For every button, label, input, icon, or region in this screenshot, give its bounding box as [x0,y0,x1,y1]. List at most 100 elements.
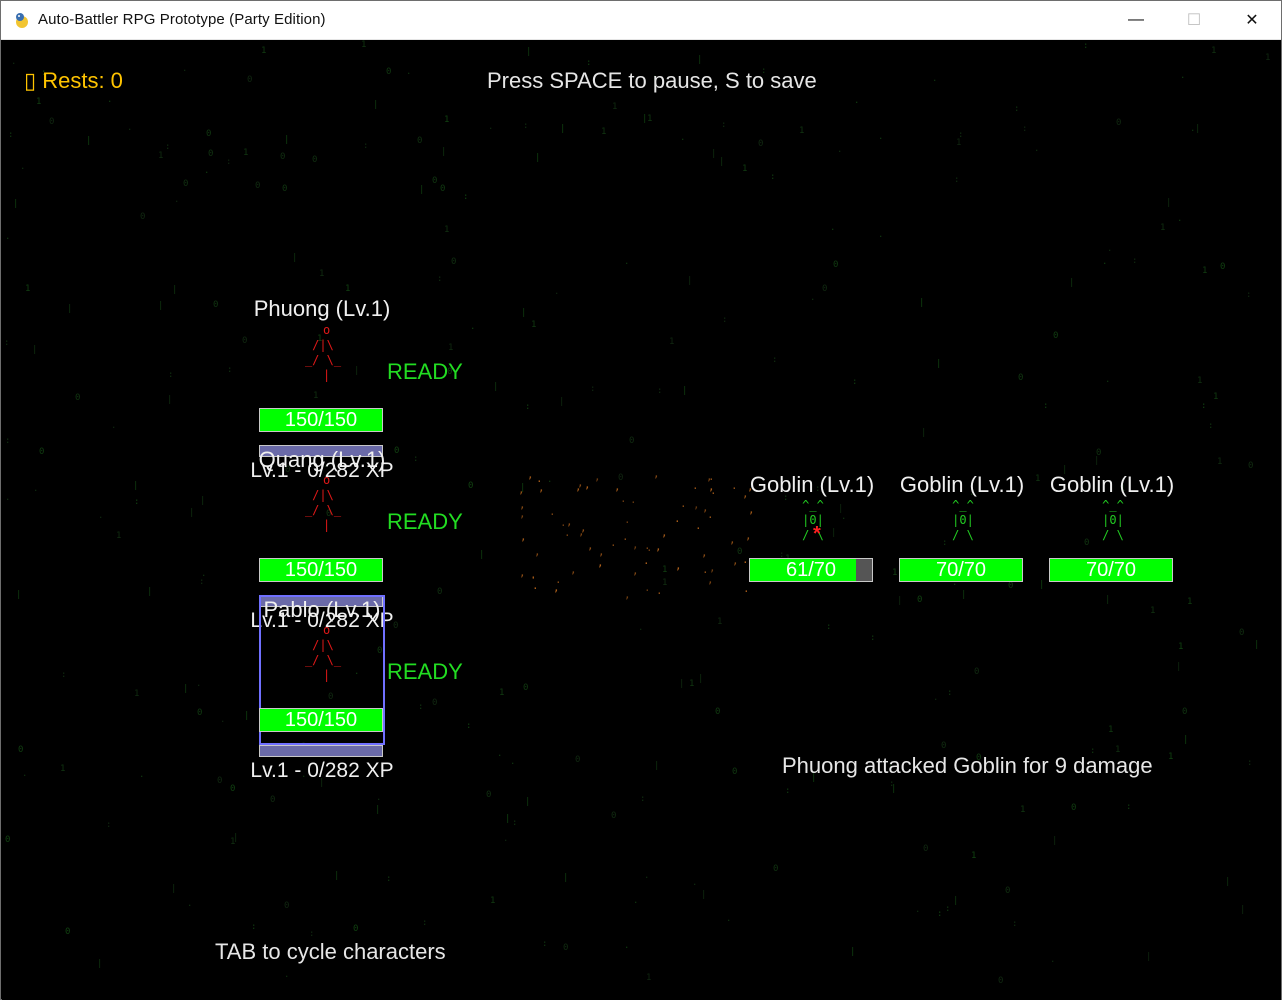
background-glyph: | [292,253,298,263]
background-glyph: | [354,366,360,376]
background-glyph: | [1254,640,1260,650]
particle: , [570,563,577,576]
background-glyph: : [4,338,10,348]
enemy-sprite: ^_^ |0| / \ [1102,498,1124,542]
background-glyph: 0 [284,901,290,911]
background-glyph: | [505,814,511,824]
background-glyph: 1 [1265,53,1271,63]
enemy-name: Goblin (Lv.1) [749,472,875,497]
close-button[interactable]: ✕ [1223,1,1281,39]
background-glyph: 1 [647,114,653,124]
background-glyph: 0 [563,943,569,953]
background-glyph: | [525,797,531,807]
enemy-name: Goblin (Lv.1) [899,472,1025,497]
background-glyph: | [183,684,189,694]
background-glyph: : [134,497,140,507]
background-glyph: 1 [689,679,695,689]
hp-text: 150/150 [284,409,358,431]
background-glyph: 0 [432,698,438,708]
background-glyph: 1 [36,97,42,107]
background-glyph: . [810,293,816,303]
background-glyph: : [852,377,858,387]
game-canvas[interactable]: | | |.. 0 0 | 0 | 1 1. 0 0: | 1 1: | 1 1 | | 0 0. 0 | | 0.. | |. 0 0 |… [2,40,1281,1000]
background-glyph: | [936,359,942,369]
background-glyph: 1 [60,764,66,774]
rests-counter: ▯ Rests: 0 [24,68,123,93]
background-glyph: 0 [197,708,203,718]
hp-text: 70/70 [1085,559,1137,581]
background-glyph: : [1022,124,1028,134]
background-glyph: | [1146,952,1152,962]
particle: , [745,529,752,542]
particle: . [644,581,651,594]
background-glyph: | [419,185,425,195]
background-glyph: | [687,276,693,286]
background-glyph: : [1043,401,1049,411]
background-glyph: 0 [5,835,11,845]
title-bar[interactable]: Auto-Battler RPG Prototype (Party Editio… [1,1,1281,40]
background-glyph: | [961,590,967,600]
background-glyph: | [32,345,38,355]
hp-text: 150/150 [284,559,358,581]
background-glyph: . [837,145,843,155]
background-glyph: . [1190,124,1196,134]
background-glyph: | [679,679,685,689]
background-glyph: 1 [612,102,618,112]
background-glyph: . [1107,244,1113,254]
background-glyph: : [5,436,11,446]
background-glyph: 0 [998,976,1004,986]
maximize-button[interactable]: ☐ [1165,1,1223,39]
particle: , [732,554,739,567]
background-glyph: 0 [280,152,286,162]
background-glyph: | [133,481,139,491]
background-glyph: 1 [646,973,652,983]
background-glyph: : [386,874,392,884]
background-glyph: : [590,384,596,394]
background-glyph: | [1052,836,1058,846]
background-glyph: : [418,702,424,712]
background-glyph: 0 [468,481,474,491]
background-glyph: 0 [65,927,71,937]
background-glyph: : [1083,41,1089,51]
background-glyph: : [640,794,646,804]
background-glyph: . [1102,257,1108,267]
hp-text: 150/150 [284,709,358,731]
background-glyph: 1 [448,343,454,353]
background-glyph: 1 [243,148,249,158]
background-glyph: : [1246,290,1252,300]
background-glyph: 0 [1239,628,1245,638]
background-glyph: | [919,298,925,308]
background-glyph: . [187,899,193,909]
background-glyph: : [1201,401,1207,411]
background-glyph: . [5,232,11,242]
background-glyph: : [1012,919,1018,929]
background-glyph: | [921,428,927,438]
particle: , [675,559,682,572]
background-glyph: . [139,770,145,780]
background-glyph: : [889,779,895,789]
background-glyph: | [67,304,73,314]
particle: , [597,556,604,569]
background-glyph: | [719,157,725,167]
background-glyph: | [441,147,447,157]
background-glyph: : [586,58,592,68]
background-glyph: | [158,301,164,311]
background-glyph: . [1050,955,1056,965]
particle: . [620,492,627,505]
minimize-button[interactable]: — [1107,1,1165,39]
background-glyph: : [1247,758,1253,768]
xp-text: Lv.1 - 0/282 XP [250,759,394,782]
background-glyph: . [220,715,226,725]
background-glyph: 0 [417,136,423,146]
combat-log-message: Phuong attacked Goblin for 9 damage [782,753,1153,778]
background-glyph: : [437,274,443,284]
background-glyph: : [463,192,469,202]
particle: . [743,582,750,595]
background-glyph: 1 [261,46,267,56]
background-glyph: | [831,528,837,538]
background-glyph: 0 [255,181,261,191]
background-glyph: . [841,512,847,522]
hp-bar: 150/150 [259,708,383,732]
particle: , [661,526,668,539]
particle: , [632,538,639,551]
